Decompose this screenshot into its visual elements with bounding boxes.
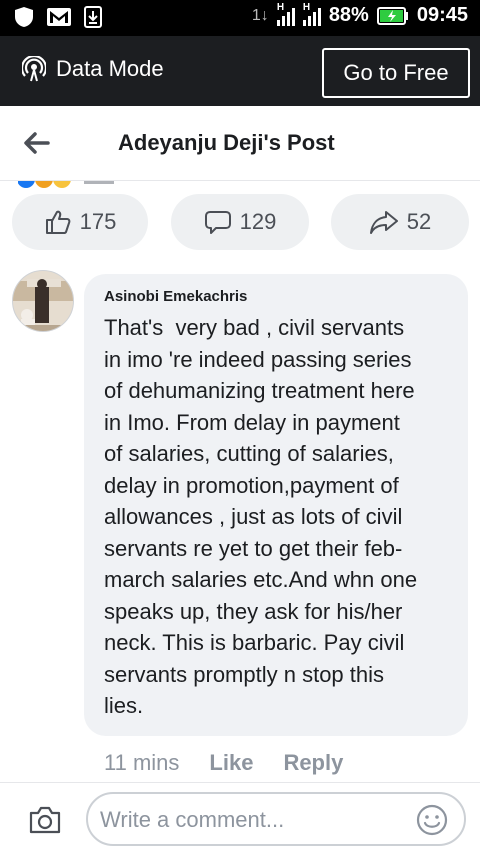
comment-composer: Write a comment...	[0, 782, 480, 855]
data-mode-label: Data Mode	[56, 56, 164, 81]
reaction-summary[interactable]	[18, 178, 118, 188]
comment-text: That's very bad , civil servants in imo …	[104, 315, 418, 718]
back-arrow-icon[interactable]	[22, 128, 52, 158]
share-count: 52	[406, 209, 432, 234]
gmail-icon	[47, 8, 71, 26]
signal-2: H	[302, 2, 321, 26]
thumbs-up-icon	[45, 210, 71, 234]
battery-percent: 88%	[328, 4, 369, 26]
comment-like-link[interactable]: Like	[209, 750, 253, 776]
share-arrow-icon	[369, 211, 398, 234]
notification-icons	[14, 6, 102, 28]
comment-input[interactable]: Write a comment...	[86, 792, 466, 846]
battery-charging-icon	[376, 6, 408, 25]
like-count: 175	[79, 209, 117, 234]
download-icon	[84, 6, 102, 28]
page-title: Adeyanju Deji's Post	[118, 130, 335, 155]
clock: 09:45	[416, 4, 468, 26]
comment-bubble[interactable]: Asinobi Emekachris That's very bad , civ…	[84, 274, 468, 736]
emoji-icon[interactable]	[416, 804, 448, 836]
go-to-free-button[interactable]: Go to Free	[322, 48, 470, 98]
reaction-icons	[18, 178, 114, 188]
comment-timestamp: 11 mins	[104, 750, 180, 775]
comment-count: 129	[239, 209, 277, 234]
signal-1: H	[276, 2, 295, 26]
shield-icon	[15, 7, 33, 27]
status-bar: 1↓ H H 88% 09:45	[0, 0, 480, 36]
system-status: 1↓ H H 88% 09:45	[251, 2, 468, 27]
post-header: Adeyanju Deji's Post	[0, 106, 480, 181]
share-button[interactable]: 52	[331, 194, 469, 250]
comment-button[interactable]: 129	[171, 194, 309, 250]
post-actions: 175 129 52	[0, 194, 480, 250]
comment-input-placeholder: Write a comment...	[100, 807, 285, 832]
data-signal-icon	[22, 56, 46, 82]
network-activity-indicator: 1↓	[251, 6, 269, 24]
camera-icon[interactable]	[28, 805, 62, 835]
comment-reply-link[interactable]: Reply	[283, 750, 343, 776]
like-button[interactable]: 175	[12, 194, 148, 250]
comment-author[interactable]: Asinobi Emekachris	[104, 288, 247, 305]
data-mode-indicator: Data Mode	[22, 56, 164, 82]
avatar[interactable]	[12, 270, 74, 332]
signal-1-type: H	[276, 1, 285, 13]
comment-meta: 11 mins Like Reply	[104, 750, 343, 776]
data-mode-bar: Data Mode Go to Free	[0, 36, 480, 106]
signal-2-type: H	[302, 1, 311, 13]
comment-bubble-icon	[204, 211, 231, 234]
